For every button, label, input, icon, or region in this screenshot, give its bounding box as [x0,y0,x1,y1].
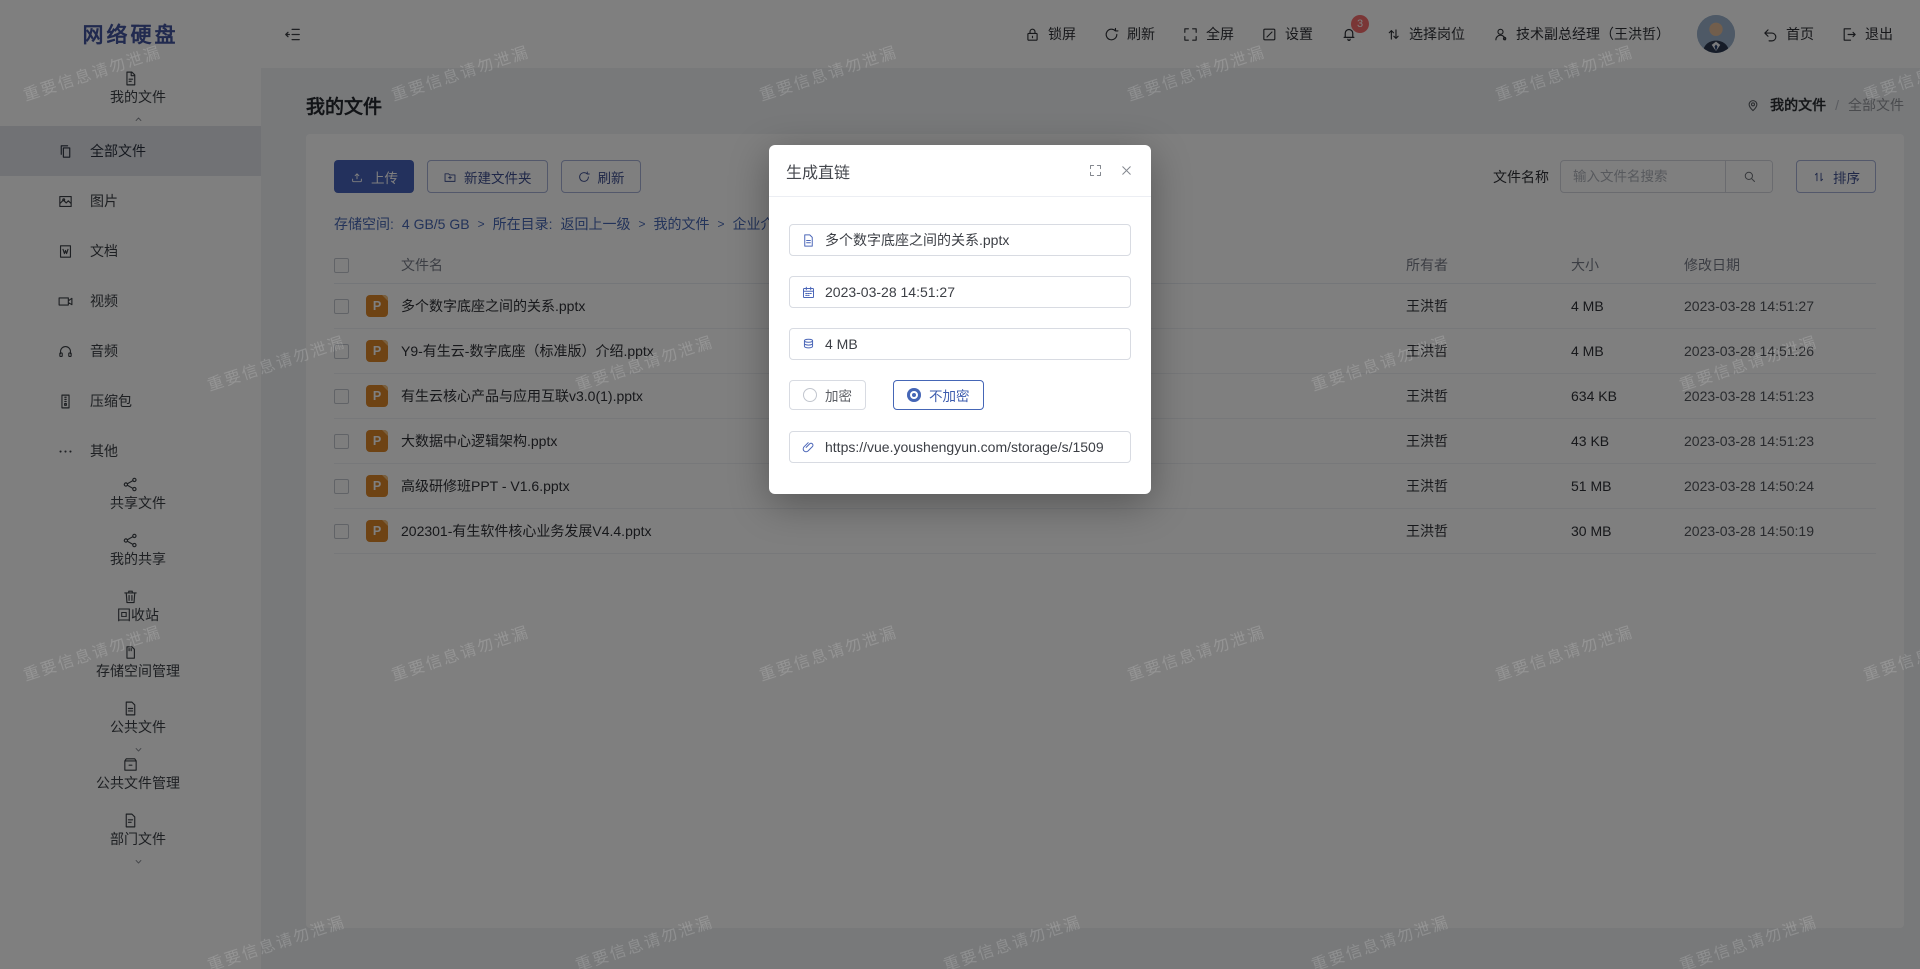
link-file-name-field: 多个数字底座之间的关系.pptx [789,224,1131,256]
direct-link-url: https://vue.youshengyun.com/storage/s/15… [825,439,1104,455]
encrypt-radio-group: 加密 不加密 [789,380,1131,410]
database-icon [801,337,816,352]
paperclip-icon [801,440,816,455]
radio-dot-selected [907,388,921,402]
radio-encrypt[interactable]: 加密 [789,380,866,410]
radio-no-encrypt[interactable]: 不加密 [893,380,984,410]
generate-link-modal: 生成直链 多个数字底座之间的关系.pptx 2023-03-28 14:51:2… [769,145,1151,494]
file-icon [801,233,816,248]
link-modified-field: 2023-03-28 14:51:27 [789,276,1131,308]
link-size-field: 4 MB [789,328,1131,360]
modal-title: 生成直链 [786,159,850,183]
modal-body: 多个数字底座之间的关系.pptx 2023-03-28 14:51:27 4 M… [769,197,1151,483]
modal-fullscreen-icon[interactable] [1088,163,1103,178]
close-icon[interactable] [1119,163,1134,178]
modal-header: 生成直链 [769,145,1151,197]
radio-dot [803,388,817,402]
calendar-icon [801,285,816,300]
direct-link-field[interactable]: https://vue.youshengyun.com/storage/s/15… [789,431,1131,463]
